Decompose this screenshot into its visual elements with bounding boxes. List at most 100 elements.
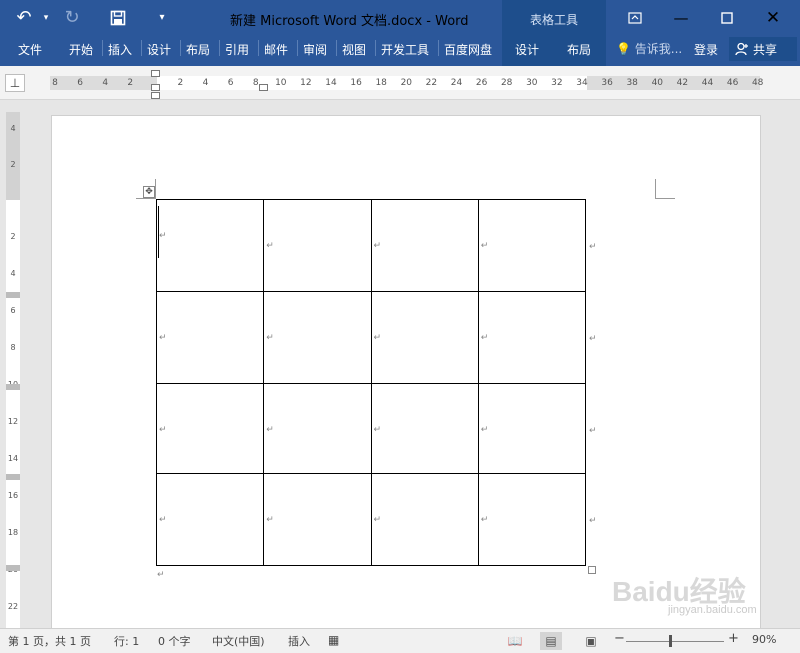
redo-icon[interactable]: ↻ bbox=[60, 6, 84, 30]
zoom-slider-thumb[interactable] bbox=[669, 635, 673, 647]
word-count-status[interactable]: 0 个字 bbox=[158, 633, 191, 649]
read-mode-icon[interactable]: 📖 bbox=[504, 632, 526, 650]
tab-separator bbox=[258, 40, 259, 56]
table-cell[interactable]: ↵ bbox=[155, 291, 265, 384]
vertical-row-marker[interactable] bbox=[6, 474, 20, 480]
zoom-in-icon[interactable]: + bbox=[728, 631, 739, 646]
ruler-tick-label: 4 bbox=[102, 78, 109, 88]
save-icon[interactable] bbox=[106, 6, 130, 30]
table-cell[interactable]: ↵ bbox=[477, 199, 587, 292]
end-of-cell-mark: ↵ bbox=[159, 333, 167, 343]
context-group-title: 表格工具 bbox=[530, 13, 579, 27]
ruler-tick-label: 48 bbox=[751, 78, 764, 88]
table-row: ↵ ↵ ↵ ↵ bbox=[155, 383, 587, 474]
undo-dropdown-icon[interactable]: ▾ bbox=[34, 6, 58, 30]
close-icon[interactable]: ✕ bbox=[758, 4, 788, 32]
share-button[interactable]: 共享 bbox=[729, 37, 797, 61]
tab-table-layout[interactable]: 布局 bbox=[567, 41, 591, 58]
vertical-ruler-tick-label: 4 bbox=[10, 124, 16, 133]
vertical-ruler-tick-label: 6 bbox=[10, 306, 16, 315]
end-of-cell-mark: ↵ bbox=[159, 425, 167, 435]
hanging-indent-marker[interactable] bbox=[151, 84, 160, 91]
ruler-tick-label: 6 bbox=[227, 78, 234, 88]
page-count-status[interactable]: 第 1 页，共 1 页 bbox=[8, 633, 91, 649]
table-cell[interactable]: ↵ bbox=[263, 199, 372, 292]
ruler-tick-label: 32 bbox=[551, 78, 563, 88]
ruler-tick-label: 26 bbox=[475, 78, 488, 88]
minimize-icon[interactable]: — bbox=[666, 4, 696, 32]
end-of-row-mark: ↵ bbox=[589, 334, 597, 344]
table-cell[interactable]: ↵ bbox=[155, 473, 265, 566]
table-resize-handle[interactable] bbox=[588, 566, 596, 574]
tab-review[interactable]: 审阅 bbox=[303, 41, 327, 58]
first-line-indent-marker[interactable] bbox=[151, 70, 160, 77]
table-cell[interactable]: ↵ bbox=[477, 473, 587, 566]
table-cell[interactable]: ↵ bbox=[370, 473, 479, 566]
maximize-icon[interactable] bbox=[712, 4, 742, 32]
end-of-cell-mark: ↵ bbox=[266, 333, 274, 343]
tell-me-box[interactable]: 💡 告诉我... bbox=[616, 40, 682, 57]
ruler-tick-label: 2 bbox=[127, 78, 134, 88]
line-status[interactable]: 行: 1 bbox=[114, 633, 139, 649]
tab-developer[interactable]: 开发工具 bbox=[381, 41, 429, 58]
table-cell[interactable]: ↵ bbox=[477, 291, 587, 384]
tab-mailings[interactable]: 邮件 bbox=[264, 41, 288, 58]
undo-icon[interactable]: ↶ bbox=[12, 6, 36, 30]
document-title: 新建 Microsoft Word 文档.docx - Word bbox=[230, 14, 469, 29]
customize-qat-icon[interactable]: ▾ bbox=[150, 6, 174, 30]
vertical-ruler-tick-label: 8 bbox=[10, 343, 16, 352]
text-caret bbox=[158, 206, 159, 258]
ruler-tick-label: 18 bbox=[375, 78, 387, 88]
left-indent-marker[interactable] bbox=[151, 92, 160, 99]
table-cell[interactable]: ↵ bbox=[477, 383, 587, 474]
insert-mode-status[interactable]: 插入 bbox=[288, 633, 310, 649]
zoom-out-icon[interactable]: − bbox=[614, 631, 625, 646]
end-of-cell-mark: ↵ bbox=[266, 425, 274, 435]
table-move-handle[interactable]: ✥ bbox=[143, 186, 155, 198]
table-cell[interactable]: ↵ bbox=[263, 383, 372, 474]
tell-me-placeholder: 告诉我... bbox=[634, 42, 683, 56]
ribbon-display-options-icon[interactable] bbox=[620, 4, 650, 32]
zoom-level[interactable]: 90% bbox=[752, 633, 776, 646]
tab-selector-button[interactable]: ⊥ bbox=[5, 74, 25, 92]
save-icon-glyph bbox=[110, 10, 126, 26]
column-marker[interactable] bbox=[259, 84, 268, 91]
print-layout-icon[interactable]: ▤ bbox=[540, 632, 562, 650]
ruler-tick-label: 44 bbox=[701, 78, 714, 88]
table-row: ↵ ↵ ↵ ↵ bbox=[155, 199, 587, 292]
tab-references[interactable]: 引用 bbox=[225, 41, 249, 58]
web-layout-icon[interactable]: ▣ bbox=[580, 632, 602, 650]
tab-file[interactable]: 文件 bbox=[18, 41, 42, 58]
vertical-ruler-tick-label: 12 bbox=[7, 417, 19, 426]
login-button[interactable]: 登录 bbox=[694, 41, 718, 58]
table-cell[interactable]: ↵ bbox=[155, 383, 265, 474]
tab-design[interactable]: 设计 bbox=[147, 41, 171, 58]
table-cell[interactable]: ↵ bbox=[155, 199, 265, 292]
end-of-cell-mark: ↵ bbox=[159, 515, 167, 525]
table-cell[interactable]: ↵ bbox=[370, 291, 479, 384]
table-cell[interactable]: ↵ bbox=[263, 291, 372, 384]
share-label: 共享 bbox=[753, 42, 778, 57]
vertical-row-marker[interactable] bbox=[6, 292, 20, 298]
document-table[interactable]: ↵ ↵ ↵ ↵ ↵ ↵ ↵ ↵ ↵ ↵ ↵ ↵ ↵ ↵ ↵ ↵ bbox=[155, 199, 587, 566]
end-of-cell-mark: ↵ bbox=[266, 515, 274, 525]
table-cell[interactable]: ↵ bbox=[370, 383, 479, 474]
end-of-cell-mark: ↵ bbox=[373, 241, 382, 251]
language-status[interactable]: 中文(中国) bbox=[212, 633, 265, 649]
tab-home[interactable]: 开始 bbox=[69, 41, 93, 58]
ruler-tick-label: 10 bbox=[275, 78, 287, 88]
tab-insert[interactable]: 插入 bbox=[108, 41, 132, 58]
tab-baidu-netdisk[interactable]: 百度网盘 bbox=[444, 41, 492, 58]
zoom-slider-track[interactable] bbox=[626, 641, 724, 642]
table-cell[interactable]: ↵ bbox=[370, 199, 479, 292]
tab-layout[interactable]: 布局 bbox=[186, 41, 210, 58]
vertical-row-marker[interactable] bbox=[6, 565, 20, 571]
vertical-row-marker[interactable] bbox=[6, 384, 20, 390]
tab-table-design[interactable]: 设计 bbox=[515, 41, 539, 58]
tab-separator bbox=[141, 40, 142, 56]
end-of-cell-mark: ↵ bbox=[373, 425, 382, 435]
tab-view[interactable]: 视图 bbox=[342, 41, 366, 58]
table-cell[interactable]: ↵ bbox=[263, 473, 372, 566]
macro-record-icon[interactable]: ▦ bbox=[328, 633, 339, 647]
maximize-glyph bbox=[721, 12, 733, 24]
